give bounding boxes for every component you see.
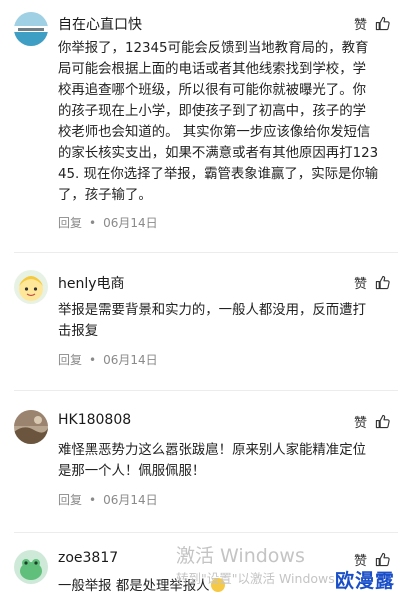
text-line: 难怪黑恶势力这么嚣张跋扈！原来别人家能精准定位 (58, 443, 366, 458)
like-button[interactable]: 赞 (354, 273, 390, 292)
comment-date: 06月14日 (103, 216, 158, 230)
text-line: 是那一个人！佩服佩服！ (58, 464, 206, 479)
brand-watermark-logo: 欧漫露 (335, 570, 396, 592)
like-label: 赞 (353, 277, 367, 292)
text-line: 举报是需要背景和实力的，一般人都没用，反而遭打 (58, 303, 366, 318)
avatar[interactable] (14, 410, 48, 444)
text-line: 击报复 (58, 324, 99, 339)
text-line: 的孩子现在上小学，即使孩子到了初高中，孩子的学 (58, 104, 366, 119)
username[interactable]: henly电商 (58, 273, 125, 293)
avatar[interactable] (14, 12, 48, 46)
username[interactable]: zoe3817 (58, 550, 118, 566)
comment-date: 06月14日 (103, 493, 158, 507)
thumbs-up-icon (375, 16, 390, 31)
emoji-icon (210, 578, 225, 592)
avatar[interactable] (14, 550, 48, 584)
text-segment: 一般举报 都是处理举报人 (58, 579, 210, 594)
thumbs-up-icon (375, 414, 390, 429)
text-line: 你举报了，12345可能会反馈到当地教育局的，教育 (58, 41, 369, 56)
text-line: 45. 现在你选择了举报，霸管表象谁赢了，实际是你输 (58, 167, 379, 182)
comment-text: 难怪黑恶势力这么嚣张跋扈！原来别人家能精准定位 是那一个人！佩服佩服！ (58, 440, 394, 482)
like-button[interactable]: 赞 (354, 412, 390, 431)
reply-button[interactable]: 回复 (58, 214, 82, 231)
text-line: 局可能会根据上面的电话或者其他线索找到学校，学 (58, 62, 366, 77)
comment-text: 举报是需要背景和实力的，一般人都没用，反而遭打 击报复 (58, 300, 394, 342)
comment-item: 自在心直口快 赞 你举报了，12345可能会反馈到当地教育局的，教育 局可能会根… (0, 0, 412, 250)
username[interactable]: 自在心直口快 (58, 14, 142, 34)
comment-meta: 回复 • 06月14日 (58, 491, 158, 508)
thumbs-up-icon (375, 275, 390, 290)
text-line: 校老师也会知道的。 其实你第一步应该像给你发短信 (58, 125, 371, 140)
text-line: 校再追查哪个班级，所以很有可能你就被曝光了。你 (58, 83, 366, 98)
username[interactable]: HK180808 (58, 412, 131, 428)
divider (14, 532, 398, 533)
separator-dot: • (89, 492, 97, 507)
separator-dot: • (89, 352, 97, 367)
reply-button[interactable]: 回复 (58, 351, 82, 368)
separator-dot: • (89, 215, 97, 230)
like-label: 赞 (353, 18, 367, 33)
like-label: 赞 (353, 416, 367, 431)
comment-date: 06月14日 (103, 353, 158, 367)
comment-item: HK180808 赞 难怪黑恶势力这么嚣张跋扈！原来别人家能精准定位 是那一个人… (0, 400, 412, 530)
avatar[interactable] (14, 270, 48, 304)
divider (14, 252, 398, 253)
like-button[interactable]: 赞 (354, 14, 390, 33)
comment-feed: 自在心直口快 赞 你举报了，12345可能会反馈到当地教育局的，教育 局可能会根… (0, 0, 412, 599)
comment-meta: 回复 • 06月14日 (58, 351, 158, 368)
text-line: 了，孩子输了。 (58, 188, 152, 203)
thumbs-up-icon (375, 552, 390, 567)
divider (14, 390, 398, 391)
reply-button[interactable]: 回复 (58, 491, 82, 508)
comment-meta: 回复 • 06月14日 (58, 214, 158, 231)
comment-item: henly电商 赞 举报是需要背景和实力的，一般人都没用，反而遭打 击报复 回复… (0, 262, 412, 392)
text-line: 的家长核实支出，如果不满意或者有其他原因再打123 (58, 146, 379, 161)
comment-text: 你举报了，12345可能会反馈到当地教育局的，教育 局可能会根据上面的电话或者其… (58, 38, 394, 206)
